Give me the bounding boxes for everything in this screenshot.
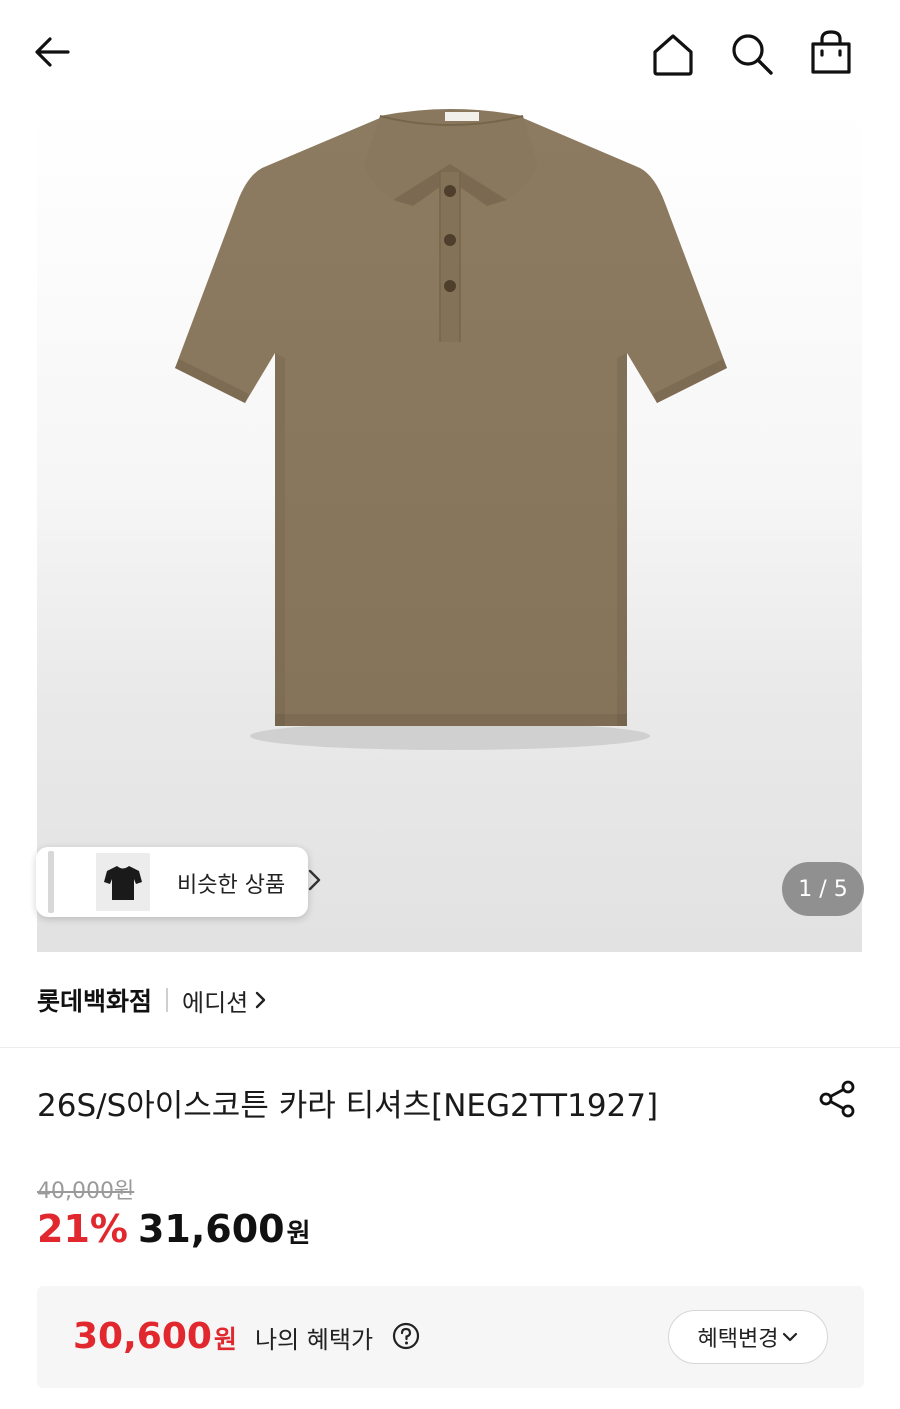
sale-price-unit: 원 bbox=[286, 1219, 311, 1249]
brand-name: 에디션 bbox=[182, 988, 249, 1017]
product-image bbox=[175, 109, 727, 750]
chevron-right-icon bbox=[256, 991, 266, 1009]
share-icon bbox=[819, 1080, 855, 1118]
search-icon bbox=[732, 34, 773, 75]
sale-price-row: 21% 31,600 원 bbox=[37, 1207, 311, 1251]
share-button[interactable] bbox=[812, 1074, 862, 1124]
chevron-down-icon bbox=[783, 1332, 798, 1342]
arrow-left-icon bbox=[35, 37, 70, 67]
question-circle-icon[interactable] bbox=[392, 1322, 420, 1350]
similar-products-button[interactable]: 비슷한 상품 bbox=[36, 847, 321, 917]
shopping-bag-icon bbox=[811, 30, 851, 74]
section-divider bbox=[0, 1047, 900, 1048]
product-title: 26S/S아이스코튼 카라 티셔츠[NEG2TT1927] bbox=[37, 1088, 659, 1124]
brand-link[interactable]: 에디션 bbox=[182, 983, 268, 1018]
discount-rate: 21% bbox=[37, 1207, 128, 1251]
cart-button[interactable] bbox=[803, 24, 859, 80]
brand-row: 롯데백화점 에디션 bbox=[37, 980, 268, 1020]
product-image-gallery[interactable] bbox=[37, 108, 862, 952]
chevron-right-icon bbox=[308, 869, 321, 891]
benefit-price: 30,600 원 bbox=[73, 1316, 237, 1357]
home-button[interactable] bbox=[645, 26, 701, 82]
benefit-price-label: 나의 혜택가 bbox=[255, 1326, 374, 1354]
benefit-price-box: 30,600 원 나의 혜택가 혜택변경 bbox=[37, 1286, 864, 1388]
store-name[interactable]: 롯데백화점 bbox=[37, 982, 152, 1018]
similar-product-thumbnail bbox=[96, 853, 150, 911]
tshirt-icon bbox=[104, 866, 142, 900]
original-price: 40,000원 bbox=[37, 1179, 135, 1204]
back-button[interactable] bbox=[24, 24, 80, 80]
change-benefit-button[interactable]: 혜택변경 bbox=[668, 1310, 828, 1364]
similar-products-label: 비슷한 상품 bbox=[177, 873, 286, 898]
benefit-price-amount: 30,600 bbox=[73, 1316, 212, 1357]
benefit-price-unit: 원 bbox=[213, 1325, 237, 1354]
change-benefit-label: 혜택변경 bbox=[697, 1327, 779, 1352]
image-counter-badge: 1 / 5 bbox=[782, 862, 864, 916]
top-navigation-bar bbox=[0, 0, 900, 108]
home-icon bbox=[653, 34, 693, 76]
thumbnail-strip bbox=[48, 851, 54, 913]
sale-price: 31,600 bbox=[137, 1207, 285, 1251]
brand-divider bbox=[166, 988, 169, 1012]
search-button[interactable] bbox=[724, 26, 780, 82]
